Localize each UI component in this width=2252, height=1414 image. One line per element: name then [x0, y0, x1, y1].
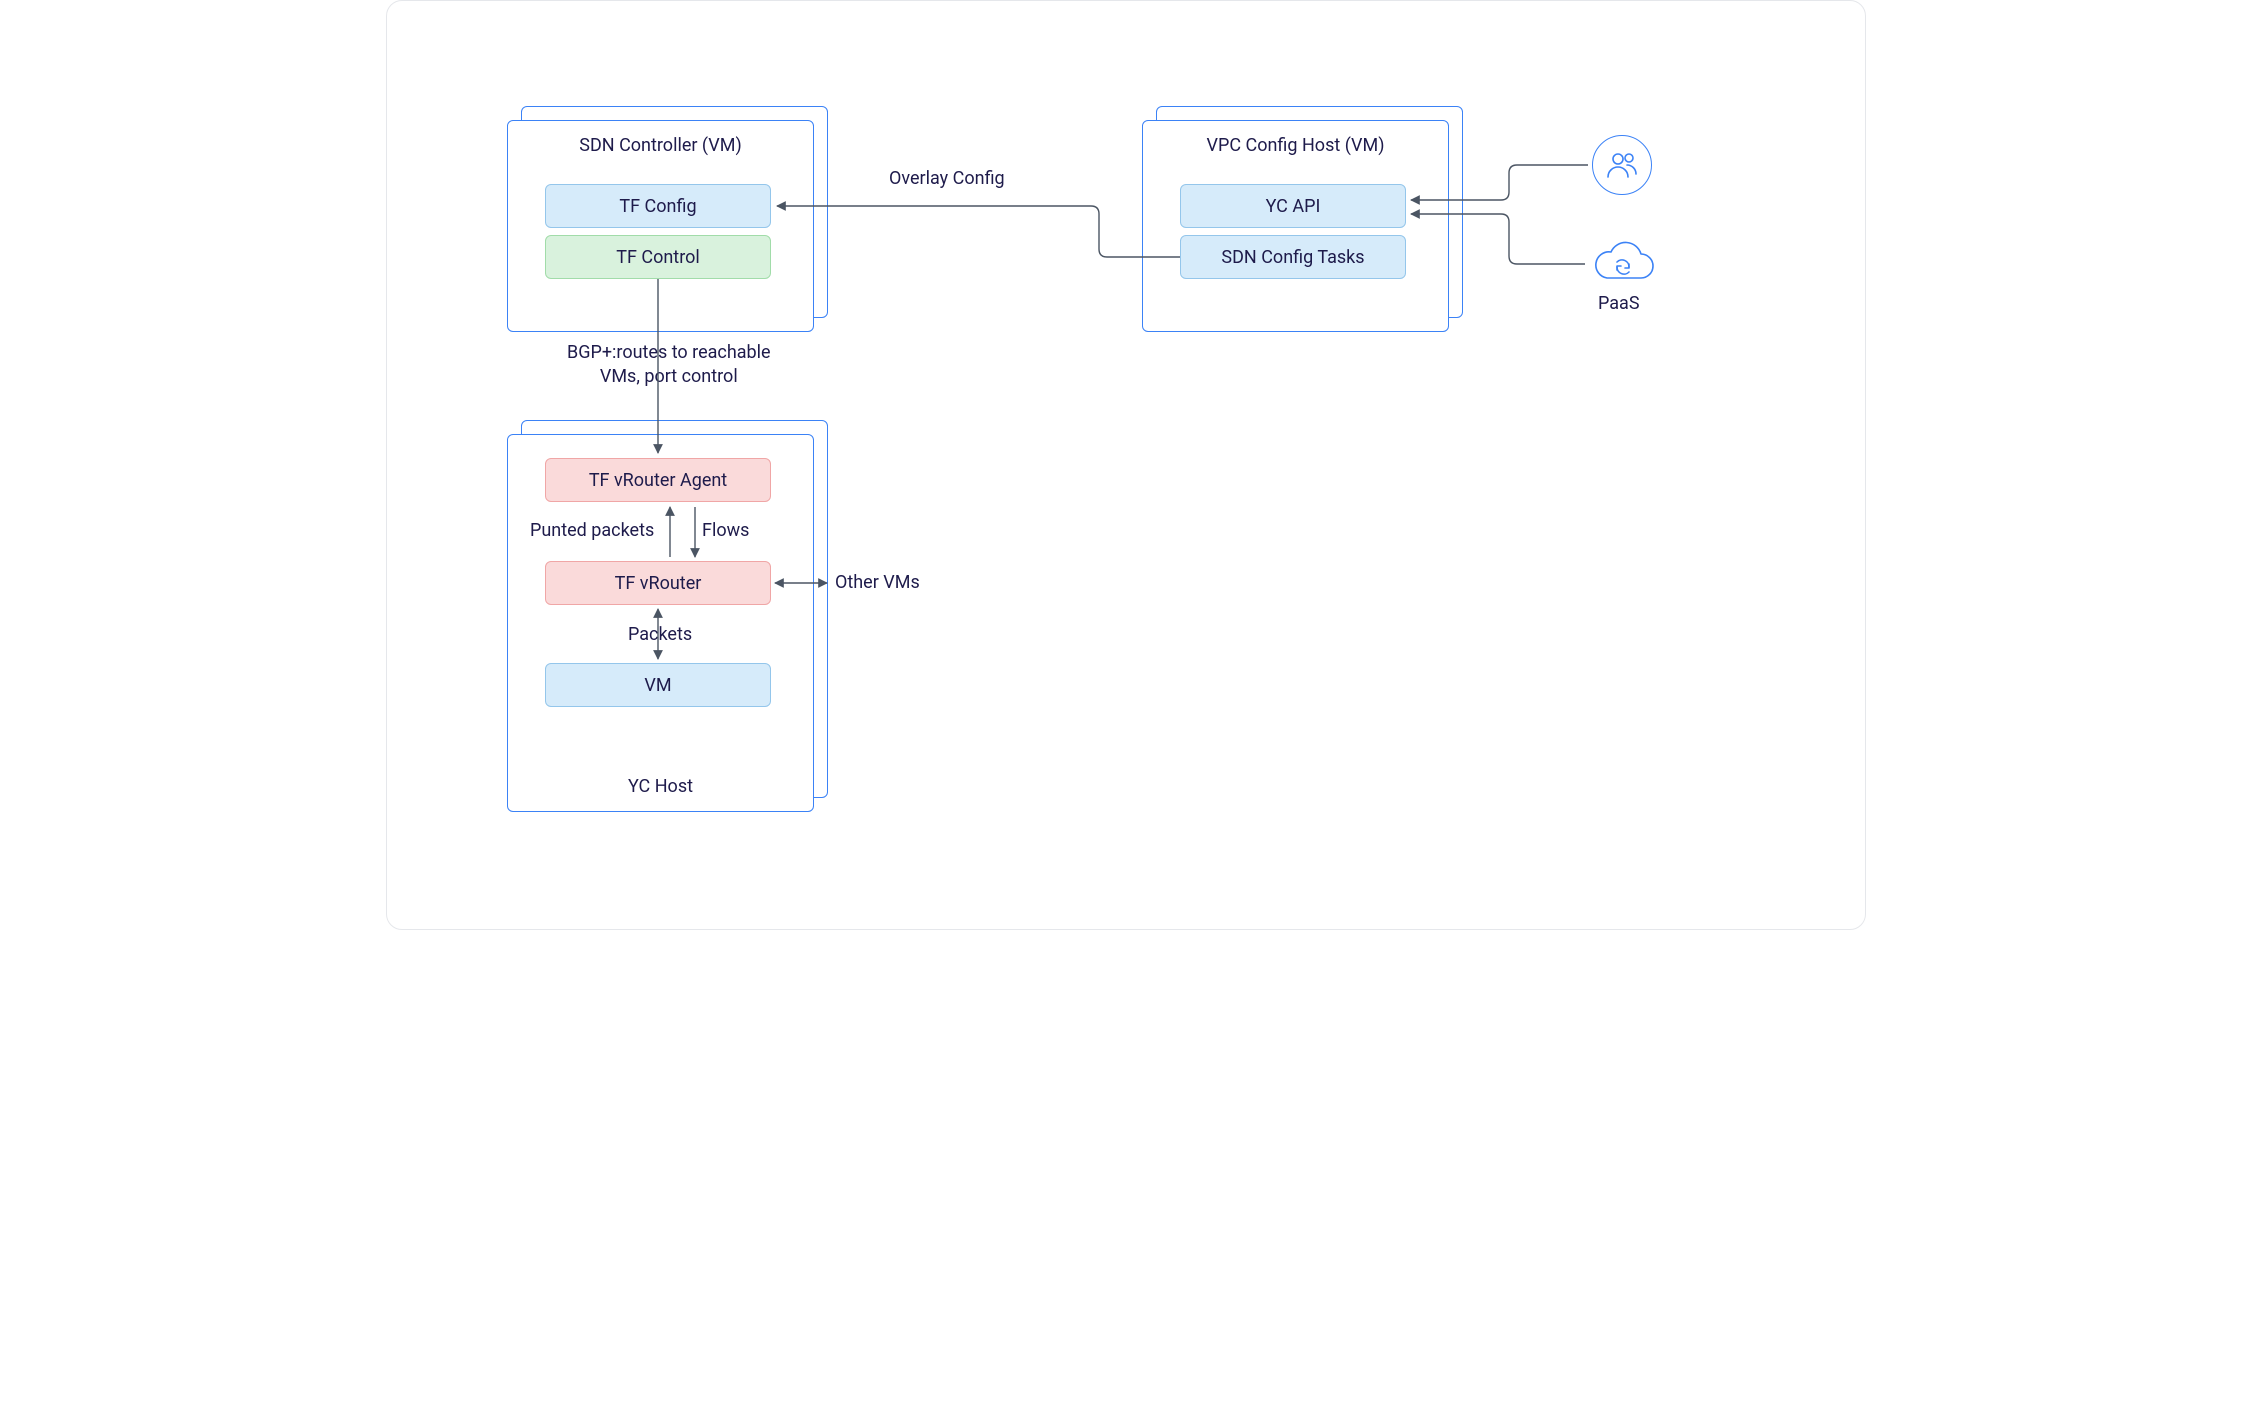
flows-label: Flows: [702, 520, 749, 541]
yc-api-chip: YC API: [1180, 184, 1406, 228]
sdn-controller-title: SDN Controller (VM): [508, 135, 813, 156]
sdn-config-tasks-label: SDN Config Tasks: [1221, 247, 1364, 268]
tf-vrouter-agent-label: TF vRouter Agent: [589, 470, 727, 491]
users-icon: [1592, 135, 1652, 195]
sdn-config-tasks-chip: SDN Config Tasks: [1180, 235, 1406, 279]
tf-vrouter-agent-chip: TF vRouter Agent: [545, 458, 771, 502]
paas-label: PaaS: [1598, 293, 1640, 314]
diagram-canvas: SDN Controller (VM) TF Config TF Control…: [386, 0, 1866, 930]
other-vms-label: Other VMs: [835, 572, 920, 593]
tf-vrouter-label: TF vRouter: [615, 573, 702, 594]
vpc-config-host-title: VPC Config Host (VM): [1143, 135, 1448, 156]
tf-control-chip: TF Control: [545, 235, 771, 279]
yc-host-title: YC Host: [508, 776, 813, 797]
vm-chip: VM: [545, 663, 771, 707]
tf-control-label: TF Control: [616, 247, 700, 268]
tf-config-chip: TF Config: [545, 184, 771, 228]
vm-label: VM: [644, 675, 671, 696]
cloud-sync-icon: [1587, 240, 1657, 288]
bgp-routes-label: BGP+:routes to reachable VMs, port contr…: [567, 341, 771, 390]
yc-api-label: YC API: [1266, 196, 1321, 217]
packets-label: Packets: [628, 624, 692, 645]
tf-vrouter-chip: TF vRouter: [545, 561, 771, 605]
tf-config-label: TF Config: [619, 196, 696, 217]
punted-packets-label: Punted packets: [530, 520, 654, 541]
overlay-config-label: Overlay Config: [889, 168, 1005, 189]
